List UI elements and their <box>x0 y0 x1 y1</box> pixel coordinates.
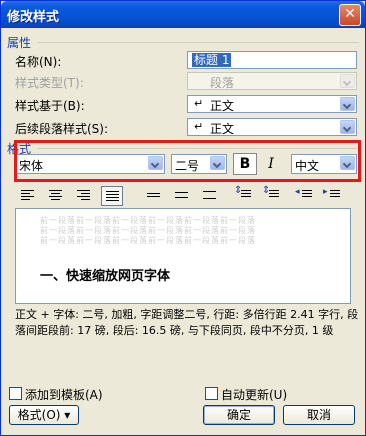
based-on-select[interactable]: ↵ 正文 <box>187 95 357 113</box>
next-style-value: 正文 <box>210 122 235 136</box>
justify-button[interactable] <box>101 186 123 206</box>
decrease-indent-button[interactable]: ◂ <box>295 186 317 206</box>
name-input[interactable]: 标题 1 <box>187 51 357 69</box>
arrow-up-down-icon: ⇕ <box>262 185 271 196</box>
style-description: 正文 + 字体: 二号, 加粗, 字距调整二号, 行距: 多倍行距 2.41 字… <box>15 308 359 337</box>
preview-heading: 一、快速缩放网页字体 <box>40 269 171 284</box>
next-style-label: 后续段落样式(S): <box>15 122 109 136</box>
based-on-label: 样式基于(B): <box>15 99 85 113</box>
decrease-indent-icon <box>302 190 315 199</box>
double-spacing-button[interactable] <box>199 186 221 206</box>
increase-indent-button[interactable]: ▸ <box>323 186 345 206</box>
one-half-spacing-icon <box>175 192 188 200</box>
space-before-decrease-button[interactable]: ⇕ <box>261 185 283 206</box>
name-label: 名称(N): <box>15 55 62 69</box>
arrow-right-icon: ▸ <box>323 187 328 197</box>
increase-indent-icon <box>330 190 343 199</box>
title-bar[interactable]: 修改样式 ✕ <box>1 1 365 28</box>
align-right-icon <box>77 190 90 202</box>
auto-update-label[interactable]: 自动更新(U) <box>221 386 287 403</box>
space-before-icon <box>241 190 254 199</box>
next-style-select[interactable]: ↵ 正文 <box>187 118 357 136</box>
single-spacing-icon <box>147 193 160 199</box>
based-on-value: 正文 <box>210 99 235 113</box>
space-before-increase-button[interactable]: ⇕ <box>233 185 255 206</box>
arrow-left-icon: ◂ <box>295 187 300 197</box>
align-center-icon <box>49 190 62 202</box>
dialog-title: 修改样式 <box>7 10 60 25</box>
group-divider <box>37 42 359 43</box>
format-button[interactable]: 格式(O) ▾ <box>9 405 79 425</box>
single-spacing-button[interactable] <box>143 186 165 206</box>
close-button[interactable]: ✕ <box>339 4 361 26</box>
chevron-down-icon[interactable] <box>340 120 355 134</box>
align-left-button[interactable] <box>17 186 39 206</box>
name-value: 标题 1 <box>192 53 232 67</box>
paragraph-return-icon: ↵ <box>194 120 204 133</box>
preview-previous-paragraph: 前一段落前一段落前一段落前一段落前一段落前一段落 <box>40 236 256 245</box>
style-type-label: 样式类型(T): <box>15 76 84 90</box>
align-center-button[interactable] <box>45 186 67 206</box>
style-preview: 前一段落前一段落前一段落前一段落前一段落前一段落 前一段落前一段落前一段落前一段… <box>15 208 351 304</box>
properties-group-label: 属性 <box>7 36 32 50</box>
justify-icon <box>106 191 119 203</box>
auto-update-checkbox[interactable] <box>205 387 218 400</box>
one-half-spacing-button[interactable] <box>171 186 193 206</box>
align-right-button[interactable] <box>73 186 95 206</box>
close-icon: ✕ <box>344 6 356 22</box>
chevron-down-icon[interactable] <box>340 97 355 111</box>
chevron-down-icon <box>340 74 355 88</box>
cancel-button[interactable]: 取消 <box>283 405 355 425</box>
style-type-select: 段落 <box>187 72 357 90</box>
paragraph-return-icon: ↵ <box>194 97 204 110</box>
arrow-up-down-icon: ⇕ <box>234 185 243 196</box>
highlight-box <box>14 140 361 182</box>
add-to-template-checkbox[interactable] <box>9 387 22 400</box>
align-left-icon <box>21 190 34 202</box>
style-type-value: 段落 <box>210 76 235 90</box>
modify-style-dialog: 修改样式 ✕ 属性 名称(N): 标题 1 样式类型(T): 段落 样式基于(B… <box>0 0 366 436</box>
space-after-icon <box>269 190 282 199</box>
add-to-template-label[interactable]: 添加到模板(A) <box>25 386 103 403</box>
double-spacing-icon <box>203 191 216 201</box>
ok-button[interactable]: 确定 <box>203 405 275 425</box>
